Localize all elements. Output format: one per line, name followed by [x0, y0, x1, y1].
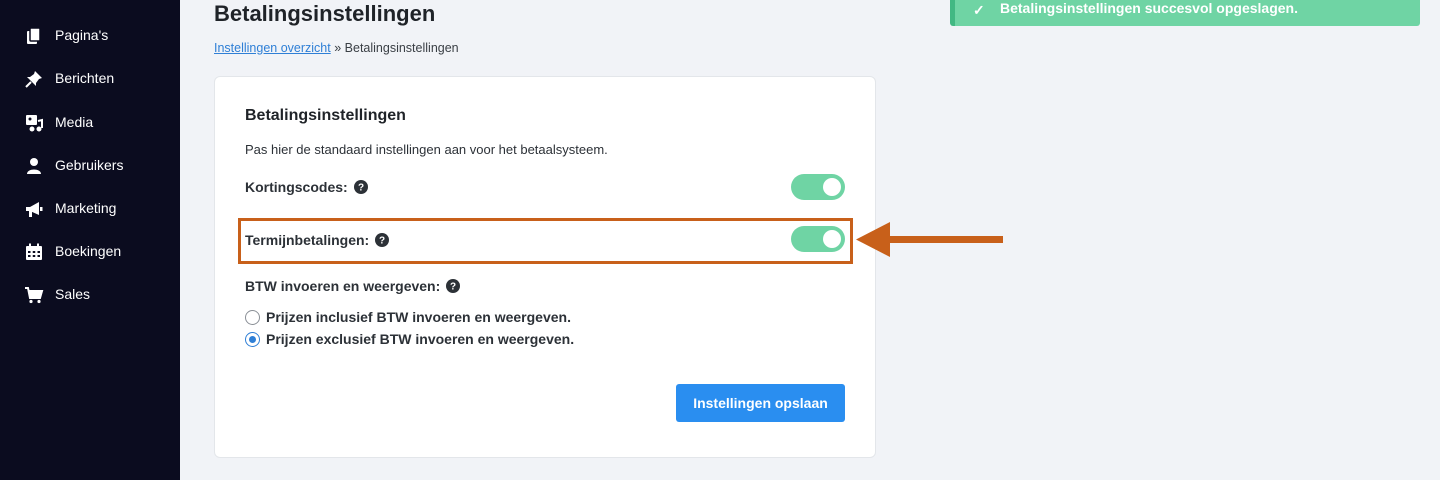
radio-label: Prijzen inclusief BTW invoeren en weerge…	[266, 309, 571, 325]
sidebar-item-label: Sales	[55, 286, 91, 302]
svg-text:?: ?	[450, 282, 456, 293]
sidebar-item-label: Boekingen	[55, 243, 122, 259]
media-icon	[24, 113, 44, 133]
page-title: Betalingsinstellingen	[214, 1, 436, 26]
radio-button[interactable]	[245, 309, 260, 325]
breadcrumb: Instellingen overzicht » Betalingsinstel…	[214, 40, 459, 56]
breadcrumb-separator: »	[334, 41, 342, 55]
sidebar-item-users[interactable]: Gebruikers	[0, 148, 180, 182]
check-icon: ✓	[973, 2, 985, 18]
svg-text:?: ?	[358, 183, 364, 194]
radio-label: Prijzen exclusief BTW invoeren en weerge…	[266, 331, 575, 347]
pages-icon	[24, 26, 44, 46]
sidebar-item-sales[interactable]: Sales	[0, 277, 180, 311]
discount-codes-label-text: Kortingscodes:	[245, 179, 348, 195]
annotation-arrow-icon	[856, 222, 1003, 257]
save-settings-button[interactable]: Instellingen opslaan	[676, 384, 845, 422]
vat-option-inclusive[interactable]: Prijzen inclusief BTW invoeren en weerge…	[245, 309, 571, 325]
sidebar-item-media[interactable]: Media	[0, 105, 180, 139]
vat-label-text: BTW invoeren en weergeven:	[245, 278, 441, 294]
help-icon[interactable]: ?	[353, 180, 368, 194]
breadcrumb-link-settings-overview[interactable]: Instellingen overzicht	[214, 41, 331, 55]
sidebar-item-label: Gebruikers	[55, 157, 124, 173]
user-icon	[24, 156, 44, 176]
success-toast: ✓ Betalingsinstellingen succesvol opgesl…	[950, 0, 1420, 26]
sidebar: Pagina's Berichten Media Gebruikers Mark…	[0, 0, 180, 480]
pin-icon	[24, 69, 44, 89]
radio-button-checked[interactable]	[245, 331, 260, 347]
annotation-highlight-box	[238, 218, 853, 264]
megaphone-icon	[24, 199, 44, 219]
help-icon[interactable]: ?	[446, 279, 461, 293]
calendar-icon	[24, 242, 44, 262]
sidebar-item-label: Berichten	[55, 70, 115, 86]
cart-icon	[24, 285, 44, 305]
sidebar-item-label: Marketing	[55, 200, 117, 216]
vat-option-exclusive[interactable]: Prijzen exclusief BTW invoeren en weerge…	[245, 331, 574, 347]
sidebar-item-bookings[interactable]: Boekingen	[0, 234, 180, 268]
breadcrumb-current: Betalingsinstellingen	[344, 41, 459, 55]
discount-codes-toggle[interactable]	[791, 174, 845, 200]
sidebar-item-posts[interactable]: Berichten	[0, 61, 180, 95]
discount-codes-label: Kortingscodes: ?	[245, 179, 368, 195]
toggle-knob	[823, 178, 841, 196]
vat-label: BTW invoeren en weergeven: ?	[245, 278, 461, 294]
sidebar-item-pages[interactable]: Pagina's	[0, 18, 180, 52]
sidebar-item-label: Pagina's	[55, 27, 109, 43]
sidebar-item-label: Media	[55, 114, 94, 130]
toast-message: Betalingsinstellingen succesvol opgeslag…	[1000, 0, 1298, 16]
card-description: Pas hier de standaard instellingen aan v…	[245, 142, 608, 157]
card-title: Betalingsinstellingen	[245, 107, 406, 124]
sidebar-item-marketing[interactable]: Marketing	[0, 191, 180, 225]
